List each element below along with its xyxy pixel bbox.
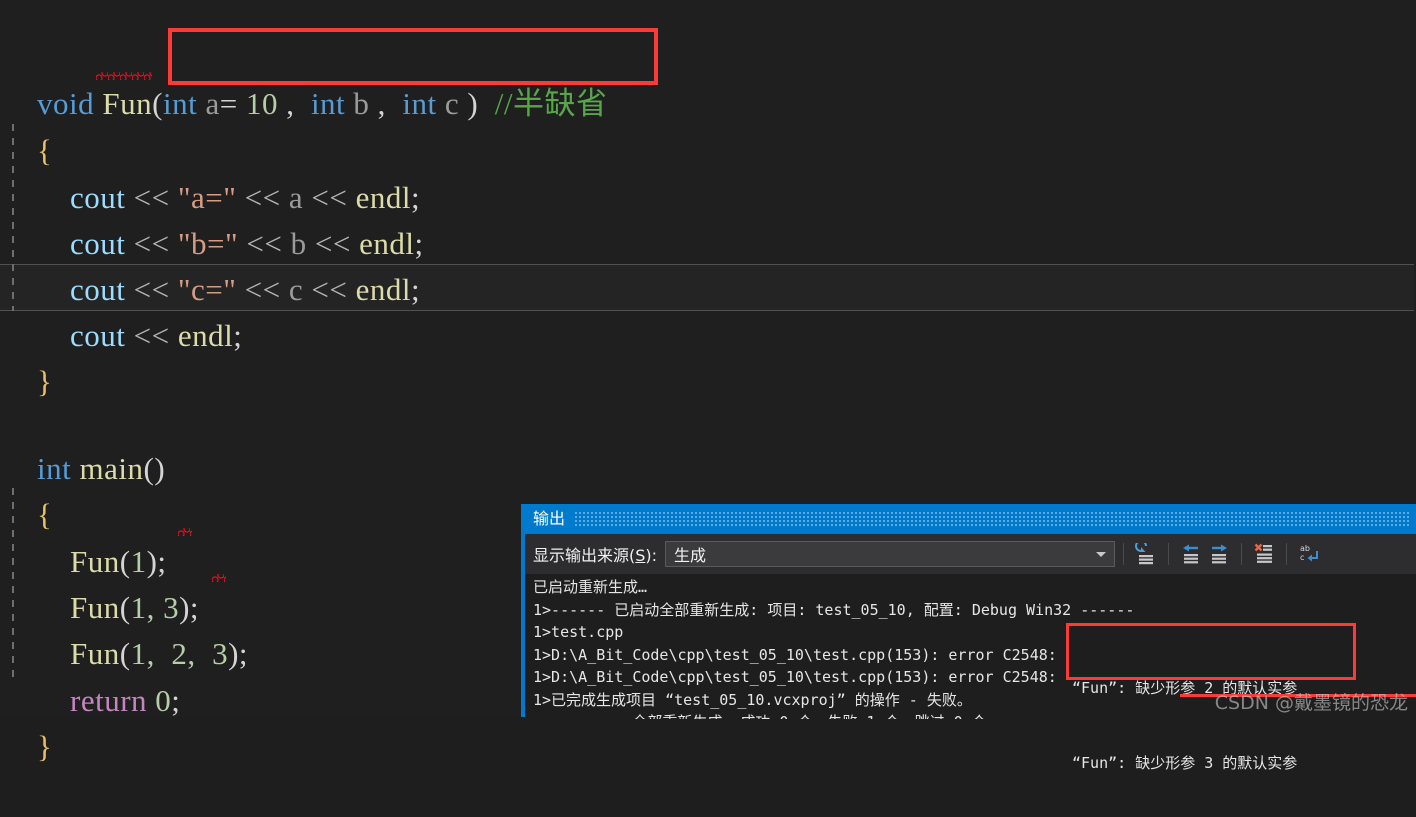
output-source-value: 生成 [674, 546, 707, 565]
go-to-message-button[interactable] [1132, 540, 1160, 568]
toolbar-separator [1123, 543, 1125, 565]
svg-text:ab: ab [1300, 544, 1310, 553]
output-line: 1>------ 已启动全部重新生成: 项目: test_05_10, 配置: … [533, 600, 1135, 619]
toolbar-separator [1168, 543, 1170, 565]
code-line[interactable]: void Fun(int a= 10 , int b , int c ) //半… [0, 33, 1416, 121]
previous-message-button[interactable] [1177, 540, 1205, 568]
clear-all-icon [1254, 543, 1273, 563]
brace-close-fun: } [37, 364, 53, 399]
toggle-word-wrap-icon: ab c [1300, 544, 1319, 562]
code-line[interactable]: cout << "c=" << c << endl; [0, 219, 1416, 307]
error-message-line: “Fun”: 缺少形参 3 的默认实参 [1072, 754, 1298, 772]
code-line[interactable]: { [0, 444, 1416, 532]
next-message-icon [1212, 544, 1228, 564]
error-squiggle-call-1 [178, 528, 192, 536]
clear-all-button[interactable] [1250, 540, 1278, 568]
code-line[interactable]: cout << "a=" << a << endl; [0, 127, 1416, 215]
drag-grip-dots[interactable] [575, 512, 1410, 526]
next-message-button[interactable] [1205, 540, 1233, 568]
go-to-message-icon [1135, 543, 1154, 565]
output-toolbar: 显示输出来源(S): 生成 ab c [525, 534, 1416, 574]
csdn-watermark: CSDN @戴墨镜的恐龙 [1214, 692, 1408, 714]
output-source-dropdown[interactable]: 生成 [665, 541, 1116, 567]
code-line[interactable]: { [0, 80, 1416, 168]
svg-text:c: c [1300, 553, 1304, 562]
output-line: 已启动重新生成… [533, 578, 648, 596]
code-line[interactable]: } [0, 311, 1416, 399]
code-line[interactable]: int main() [0, 398, 1416, 486]
previous-message-icon [1183, 544, 1199, 564]
toggle-word-wrap-button[interactable]: ab c [1295, 540, 1323, 568]
brace-close-main: } [37, 729, 53, 764]
error-squiggle-call-2 [212, 574, 226, 582]
code-line[interactable]: cout << "b=" << b << endl; [0, 173, 1416, 261]
toolbar-separator [1241, 543, 1243, 565]
chevron-down-icon [1096, 552, 1107, 557]
output-panel-titlebar[interactable]: 输出 [525, 504, 1416, 534]
toolbar-separator [1286, 543, 1288, 565]
code-line-current[interactable]: cout << endl; [0, 265, 1416, 353]
show-output-from-label: 显示输出来源(S): [533, 546, 658, 565]
error-squiggle-fun [96, 72, 152, 80]
output-panel-title: 输出 [533, 509, 566, 528]
